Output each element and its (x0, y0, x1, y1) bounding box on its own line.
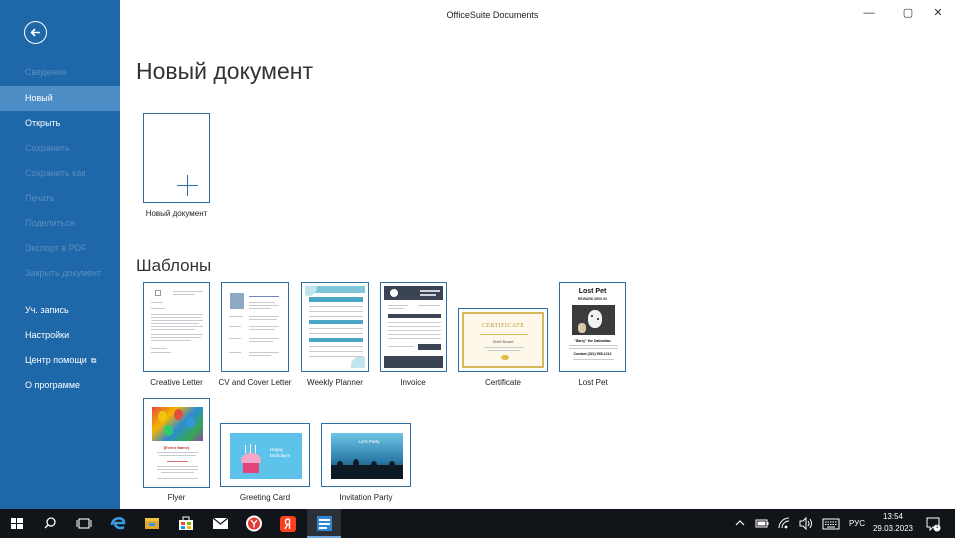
volume-icon[interactable] (796, 509, 816, 538)
certificate-recipient: Shiel Bowel (492, 339, 514, 344)
windows-start-icon[interactable] (0, 509, 34, 538)
maximize-button[interactable]: ▢ (899, 6, 917, 20)
sidebar-item-account[interactable]: Уч. запись (0, 298, 120, 323)
template-creative-letter[interactable] (143, 282, 210, 372)
yandex-icon[interactable] (271, 509, 305, 538)
lost-pet-reward: REWARD $500.00 (577, 297, 608, 301)
template-cv-cover-letter[interactable] (221, 282, 289, 372)
officesuite-icon[interactable] (307, 509, 341, 538)
search-icon[interactable] (33, 509, 67, 538)
template-label: Invoice (400, 378, 426, 387)
sidebar: Сведения Новый Открыть Сохранить Сохрани… (0, 0, 120, 509)
close-button[interactable]: ✕ (929, 6, 947, 20)
minimize-button[interactable]: — (860, 6, 878, 20)
title-bar: OfficeSuite Documents — ▢ ✕ (120, 0, 955, 30)
lost-pet-caption: "Barry" the Dalmatian (574, 339, 611, 343)
notification-count: 1 (935, 524, 939, 530)
sidebar-item-info[interactable]: Сведения (0, 60, 120, 85)
clock-date[interactable]: 29.03.2023 (872, 524, 914, 533)
balloons-image (152, 407, 203, 441)
sidebar-item-export-pdf[interactable]: Экспорт в PDF (0, 236, 120, 261)
window-title: OfficeSuite Documents (446, 10, 539, 20)
invitation-text: Let's Party (358, 439, 380, 444)
cupcake-image: Happy Birthday!!! (230, 433, 302, 479)
seal-icon (501, 355, 509, 360)
template-preview: CERTIFICATE Shiel Bowel (462, 312, 544, 368)
flyer-heading: [Event Name] (163, 445, 190, 450)
profile-photo-icon (230, 293, 244, 309)
template-preview: Lost Pet REWARD $500.00 "Barry" the Dalm… (563, 286, 622, 368)
template-preview: Let's Party (325, 427, 407, 483)
greeting-text: Happy Birthday!!! (270, 447, 291, 458)
template-flyer[interactable]: [Event Name] (143, 398, 210, 488)
external-link-icon: ⧉ (90, 356, 97, 365)
sidebar-item-label: Центр помощи (25, 355, 87, 365)
template-greeting-card[interactable]: Happy Birthday!!! (220, 423, 310, 487)
sidebar-item-new[interactable]: Новый (0, 86, 120, 111)
battery-icon[interactable] (752, 509, 772, 538)
sidebar-item-share[interactable]: Поделиться (0, 211, 120, 236)
template-certificate[interactable]: CERTIFICATE Shiel Bowel (458, 308, 548, 372)
language-indicator[interactable]: РУС (849, 519, 865, 528)
template-weekly-planner[interactable] (301, 282, 369, 372)
template-label: Weekly Planner (307, 378, 363, 387)
back-button[interactable] (24, 21, 47, 44)
template-preview (147, 286, 206, 368)
logo-icon (155, 290, 161, 296)
officesuite-window: Сведения Новый Открыть Сохранить Сохрани… (0, 0, 955, 509)
template-label: Lost Pet (578, 378, 608, 387)
template-preview: [Event Name] (147, 402, 206, 484)
sidebar-item-print[interactable]: Печать (0, 186, 120, 211)
template-invitation-party[interactable]: Let's Party (321, 423, 411, 487)
sidebar-item-open[interactable]: Открыть (0, 111, 120, 136)
network-icon[interactable] (774, 509, 794, 538)
page-title: Новый документ (136, 58, 314, 84)
certificate-heading: CERTIFICATE (481, 323, 525, 329)
back-arrow-icon (30, 28, 40, 37)
sidebar-item-close-document[interactable]: Закрыть документ (0, 261, 120, 286)
lost-pet-contact: Contact (321) 555-1212 (573, 352, 612, 356)
template-preview (305, 286, 365, 368)
taskbar: РУС 13:54 29.03.2023 1 (0, 509, 955, 538)
new-document-tile[interactable] (143, 113, 210, 203)
sidebar-item-help-center[interactable]: Центр помощи ⧉ (0, 348, 120, 373)
sidebar-item-settings[interactable]: Настройки (0, 323, 120, 348)
template-preview: Happy Birthday!!! (224, 427, 306, 483)
sidebar-item-about[interactable]: О программе (0, 373, 120, 398)
store-icon[interactable] (169, 509, 203, 538)
template-preview (225, 286, 285, 368)
template-label: Invitation Party (339, 493, 393, 502)
template-label: Greeting Card (239, 493, 291, 502)
keyboard-icon[interactable] (820, 509, 842, 538)
templates-heading: Шаблоны (136, 256, 212, 275)
template-lost-pet[interactable]: Lost Pet REWARD $500.00 "Barry" the Dalm… (559, 282, 626, 372)
notifications-icon[interactable]: 1 (921, 509, 945, 538)
template-label: Flyer (167, 493, 186, 502)
chevron-up-icon[interactable] (730, 509, 750, 538)
file-explorer-icon[interactable] (135, 509, 169, 538)
sidebar-item-save-as[interactable]: Сохранить как (0, 161, 120, 186)
template-label: Certificate (484, 378, 521, 387)
task-view-icon[interactable] (67, 509, 101, 538)
new-document-label: Новый документ (145, 209, 208, 218)
dog-photo (572, 305, 615, 335)
mail-icon[interactable] (203, 509, 237, 538)
yandex-browser-icon[interactable] (237, 509, 271, 538)
sidebar-item-save[interactable]: Сохранить (0, 136, 120, 161)
plus-icon (177, 175, 198, 196)
clock-time[interactable]: 13:54 (872, 512, 914, 521)
template-invoice[interactable] (380, 282, 447, 372)
lost-pet-heading: Lost Pet (578, 288, 607, 295)
edge-icon[interactable] (101, 509, 135, 538)
party-crowd-image: Let's Party (331, 433, 403, 479)
template-preview (384, 286, 443, 368)
